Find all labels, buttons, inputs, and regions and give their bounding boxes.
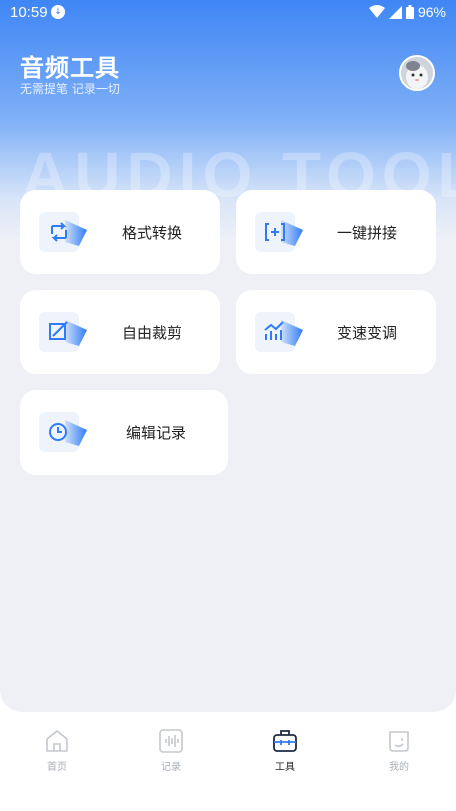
tab-label: 工具 [275,762,295,773]
tab-label: 首页 [47,762,67,773]
battery-icon [405,5,414,19]
tool-card-format-convert[interactable]: 格式转换 [20,190,220,274]
avatar-icon [401,57,433,89]
profile-icon [389,731,409,752]
waveform-icon [159,729,183,753]
history-clock-icon [39,412,87,452]
tool-label: 格式转换 [122,224,183,242]
speed-pitch-icon [255,312,303,352]
crop-icon [39,312,87,352]
wifi-icon [368,5,385,18]
tab-home[interactable]: 首页 [27,728,87,773]
page-title: 音频工具 [20,54,120,82]
tool-card-crop[interactable]: 自由裁剪 [20,290,220,374]
battery-percent: 96% [417,4,446,20]
page-subtitle: 无需提笔 记录一切 [20,82,120,96]
tool-card-merge[interactable]: 一键拼接 [236,190,436,274]
tab-tools[interactable]: 工具 [255,728,315,773]
tool-label: 自由裁剪 [122,324,183,342]
download-icon: ↓ [51,5,65,19]
tab-profile[interactable]: 我的 [369,728,429,773]
tool-label: 变速变调 [337,324,398,342]
status-indicators: 96% [368,4,446,20]
tab-label: 记录 [161,762,181,773]
status-time: 10:59 [10,4,48,21]
tab-label: 我的 [389,762,409,773]
tab-records[interactable]: 记录 [141,728,201,773]
format-convert-icon [39,212,87,252]
signal-icon [388,5,402,19]
tool-label: 一键拼接 [337,224,398,242]
merge-icon [255,212,303,252]
home-icon [46,730,68,752]
tool-label: 编辑记录 [126,424,187,442]
avatar[interactable] [399,55,435,91]
status-bar: 10:59 ↓ 96% [0,0,456,26]
tool-card-edit-history[interactable]: 编辑记录 [20,390,228,475]
main-page: 10:59 ↓ 96% 音频工具 无需提笔 记录一切 AUDIO TOOLS [0,0,456,712]
toolbox-icon [273,730,297,752]
tool-card-speed-pitch[interactable]: 变速变调 [236,290,436,374]
bottom-tab-bar: 首页 记录 工具 我的 [0,712,456,811]
